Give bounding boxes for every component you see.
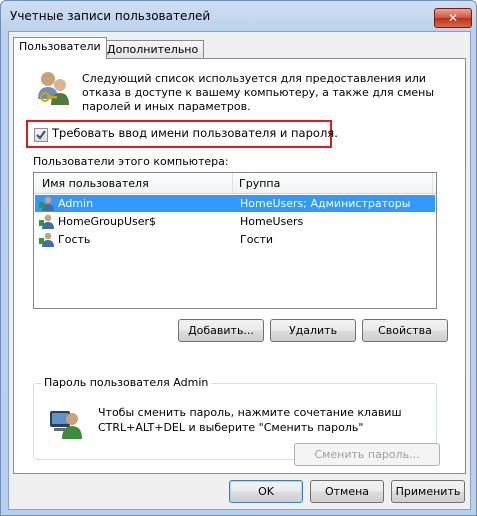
user-group: Гости <box>240 233 274 246</box>
user-group: HomeUsers <box>240 215 304 228</box>
user-name: Гость <box>58 233 91 246</box>
users-list-caption: Пользователи этого компьютера: <box>33 155 229 168</box>
window-title: Учетные записи пользователей <box>10 9 211 23</box>
user-icon <box>39 196 54 211</box>
properties-button[interactable]: Свойства <box>362 319 448 342</box>
apply-button[interactable]: Применить <box>391 480 465 503</box>
password-instructions-line: Чтобы сменить пароль, нажмите сочетание … <box>98 406 402 419</box>
table-row[interactable]: Admin HomeUsers; Администраторы <box>35 195 435 212</box>
password-instructions-line: CTRL+ALT+DEL и выберите "Сменить пароль" <box>98 421 364 434</box>
column-separator[interactable] <box>232 173 233 193</box>
table-row[interactable]: Гость Гости <box>35 231 435 248</box>
users-tab-panel: Следующий список используется для предос… <box>13 58 466 474</box>
table-row[interactable]: HomeGroupUser$ HomeUsers <box>35 213 435 230</box>
password-instructions: Чтобы сменить пароль, нажмите сочетание … <box>98 405 402 435</box>
tab-users[interactable]: Пользователи <box>13 37 107 59</box>
user-icon <box>39 232 54 247</box>
user-name: HomeGroupUser$ <box>58 215 157 228</box>
require-login-checkbox[interactable] <box>34 128 48 142</box>
dialog-body: Пользователи Дополнительно Следующий спи… <box>8 31 471 510</box>
user-password-icon <box>50 411 82 439</box>
user-group: HomeUsers; Администраторы <box>240 197 411 210</box>
delete-user-button[interactable]: Удалить <box>270 319 356 342</box>
user-icon <box>39 214 54 229</box>
title-bar[interactable]: Учетные записи пользователей ✕ <box>1 1 476 31</box>
list-header: Имя пользователя Группа <box>34 173 436 194</box>
users-icon <box>38 72 69 105</box>
column-separator[interactable] <box>432 173 433 193</box>
cancel-button[interactable]: Отмена <box>310 480 384 503</box>
users-list[interactable]: Имя пользователя Группа Admin HomeUsers;… <box>33 172 437 309</box>
require-login-label[interactable]: Требовать ввод имени пользователя и паро… <box>52 126 338 140</box>
column-header-username[interactable]: Имя пользователя <box>42 177 149 190</box>
ok-button[interactable]: OK <box>229 480 303 503</box>
password-group-title: Пароль пользователя Admin <box>41 376 212 389</box>
close-button[interactable]: ✕ <box>434 8 472 28</box>
tab-advanced[interactable]: Дополнительно <box>101 40 205 59</box>
info-text: Следующий список используется для предос… <box>82 72 435 113</box>
add-user-button[interactable]: Добавить... <box>178 319 264 342</box>
user-name: Admin <box>58 197 94 210</box>
column-header-group[interactable]: Группа <box>239 177 280 190</box>
change-password-button[interactable]: Сменить пароль... <box>294 443 440 466</box>
checkmark-icon <box>36 130 46 140</box>
user-accounts-window: Учетные записи пользователей ✕ Пользоват… <box>0 0 477 516</box>
